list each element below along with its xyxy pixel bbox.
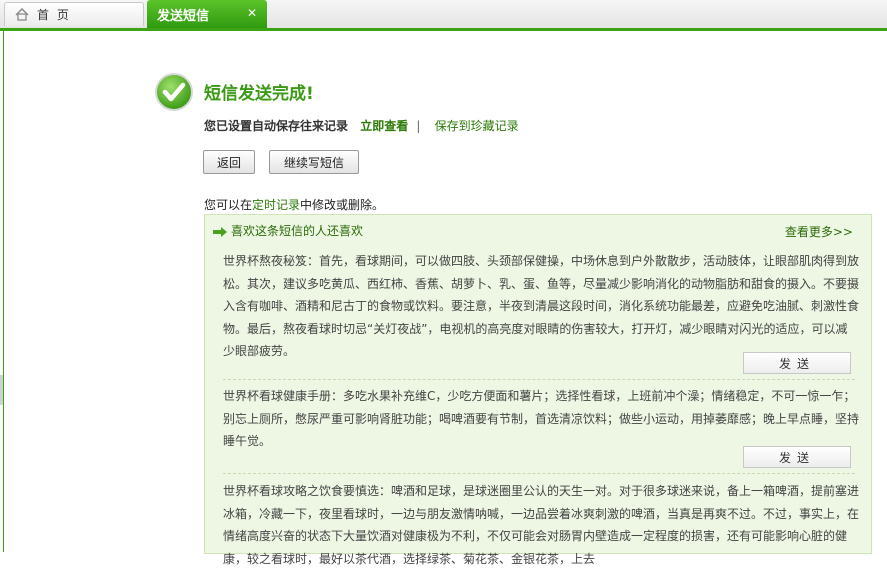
close-icon[interactable]: ✕	[247, 6, 257, 20]
tab-send-sms-label: 发送短信	[157, 8, 210, 24]
save-favorites-link[interactable]: 保存到珍藏记录	[435, 119, 519, 133]
list-item: 世界杯看球健康手册：多吃水果补充维C，少吃方便面和薯片；选择性看球，上班前冲个澡…	[223, 389, 860, 448]
list-item: 世界杯熬夜秘笈：首先，看球期间，可以做四肢、头颈部保健操，中场休息到户外散散步，…	[223, 254, 860, 358]
arrow-right-icon	[213, 226, 227, 237]
tab-send-sms[interactable]: 发送短信 ✕	[147, 0, 267, 28]
home-icon	[15, 7, 29, 21]
recommend-panel: 喜欢这条短信的人还喜欢 查看更多>> 世界杯熬夜秘笈：首先，看球期间，可以做四肢…	[204, 214, 872, 566]
tip-prefix: 您可以在	[204, 198, 253, 212]
link-separator: |	[416, 119, 421, 133]
continue-writing-button[interactable]: 继续写短信	[269, 150, 359, 174]
send-button[interactable]: 发送	[743, 352, 851, 374]
tab-home-label: 首 页	[37, 8, 71, 22]
left-edge-marker	[0, 375, 3, 405]
scheduled-records-link[interactable]: 定时记录	[252, 198, 300, 212]
success-title: 短信发送完成!	[204, 84, 314, 104]
tip-suffix: 中修改或删除。	[300, 198, 385, 212]
recommend-header: 喜欢这条短信的人还喜欢	[213, 222, 363, 239]
auto-save-text: 您已设置自动保存往来记录	[204, 119, 349, 133]
back-button[interactable]: 返回	[203, 150, 255, 174]
left-frame-line	[3, 31, 4, 552]
check-circle-icon	[154, 72, 194, 112]
tab-underline	[0, 28, 887, 31]
tab-bar: 首 页 发送短信 ✕	[0, 0, 887, 28]
divider	[223, 379, 855, 380]
see-more-link[interactable]: 查看更多>>	[785, 223, 853, 240]
recommend-title: 喜欢这条短信的人还喜欢	[231, 224, 364, 238]
send-button[interactable]: 发送	[743, 446, 851, 468]
view-now-link[interactable]: 立即查看	[360, 119, 408, 133]
divider	[223, 473, 855, 474]
scheduled-tip: 您可以在定时记录中修改或删除。	[204, 196, 384, 213]
auto-save-line: 您已设置自动保存往来记录 立即查看 | 保存到珍藏记录	[204, 117, 519, 134]
tab-home[interactable]: 首 页	[4, 2, 144, 26]
list-item: 世界杯看球攻略之饮食要慎选：啤酒和足球，是球迷圈里公认的天生一对。对于很多球迷来…	[223, 484, 860, 566]
